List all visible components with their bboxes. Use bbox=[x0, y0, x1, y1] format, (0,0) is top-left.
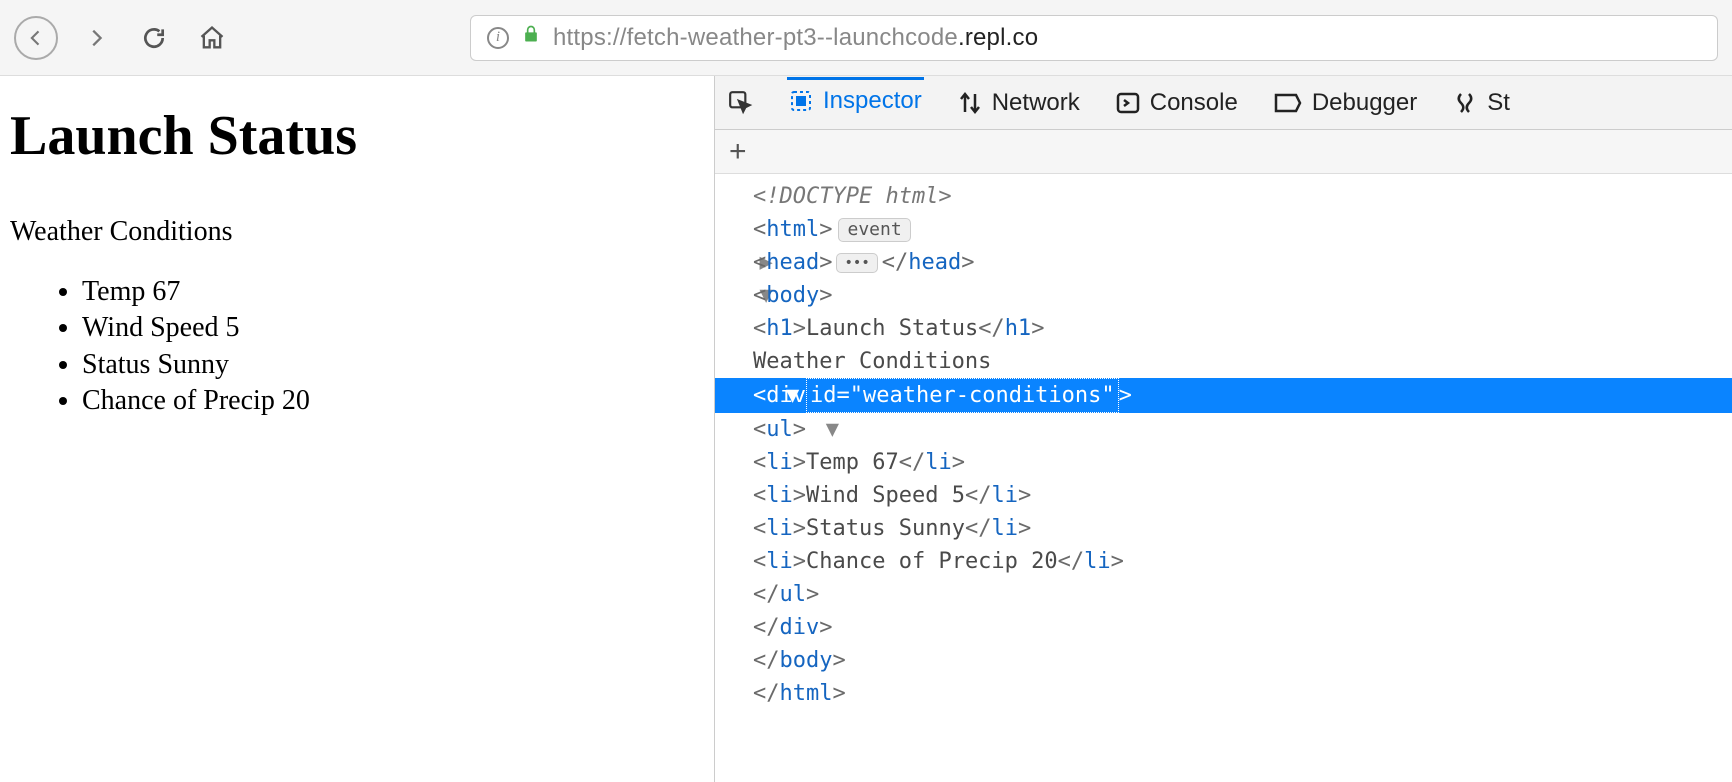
dom-text-weather[interactable]: Weather Conditions bbox=[715, 345, 1732, 378]
page-title: Launch Status bbox=[10, 104, 704, 168]
tab-label: St bbox=[1487, 89, 1510, 117]
tab-label: Inspector bbox=[823, 87, 922, 115]
list-item: Wind Speed 5 bbox=[82, 310, 704, 346]
tab-inspector[interactable]: Inspector bbox=[787, 77, 924, 125]
dom-body-open[interactable]: ▼<body> bbox=[715, 279, 1732, 312]
weather-subhead: Weather Conditions bbox=[10, 216, 704, 248]
url-text: https://fetch-weather-pt3--launchcode.re… bbox=[553, 24, 1038, 52]
element-picker-button[interactable] bbox=[727, 89, 755, 117]
url-bar[interactable]: i https://fetch-weather-pt3--launchcode.… bbox=[470, 15, 1718, 61]
tab-label: Console bbox=[1150, 89, 1238, 117]
main-area: Launch Status Weather Conditions Temp 67… bbox=[0, 76, 1732, 782]
dom-li[interactable]: <li>Wind Speed 5</li> bbox=[715, 479, 1732, 512]
tab-debugger[interactable]: Debugger bbox=[1272, 79, 1419, 127]
dom-li[interactable]: <li>Chance of Precip 20</li> bbox=[715, 545, 1732, 578]
tab-style-editor-partial[interactable]: St bbox=[1451, 79, 1512, 127]
list-item: Status Sunny bbox=[82, 347, 704, 383]
dom-ul-open[interactable]: ▼<ul> bbox=[715, 413, 1732, 446]
list-item: Temp 67 bbox=[82, 274, 704, 310]
dom-html-open[interactable]: <html>event bbox=[715, 213, 1732, 246]
dom-tree[interactable]: <!DOCTYPE html> <html>event ▶<head>•••</… bbox=[715, 174, 1732, 782]
dom-div-close[interactable]: </div> bbox=[715, 611, 1732, 644]
forward-button[interactable] bbox=[76, 18, 116, 58]
browser-toolbar: i https://fetch-weather-pt3--launchcode.… bbox=[0, 0, 1732, 76]
dom-h1[interactable]: <h1>Launch Status</h1> bbox=[715, 312, 1732, 345]
ellipsis-icon[interactable]: ••• bbox=[836, 253, 877, 273]
add-tab-button[interactable]: + bbox=[729, 137, 747, 167]
devtools-tabs: Inspector Network Console Debugger St bbox=[715, 76, 1732, 130]
page-content: Launch Status Weather Conditions Temp 67… bbox=[0, 76, 714, 782]
dom-li[interactable]: <li>Status Sunny</li> bbox=[715, 512, 1732, 545]
tab-label: Debugger bbox=[1312, 89, 1417, 117]
dom-li[interactable]: <li>Temp 67</li> bbox=[715, 446, 1732, 479]
home-button[interactable] bbox=[192, 18, 232, 58]
tab-network[interactable]: Network bbox=[956, 79, 1082, 127]
dom-html-close[interactable]: </html> bbox=[715, 677, 1732, 710]
dom-ul-close[interactable]: </ul> bbox=[715, 578, 1732, 611]
dom-doctype[interactable]: <!DOCTYPE html> bbox=[715, 180, 1732, 213]
weather-list: Temp 67 Wind Speed 5 Status Sunny Chance… bbox=[82, 274, 704, 420]
info-icon[interactable]: i bbox=[487, 27, 509, 49]
dom-head[interactable]: ▶<head>•••</head> bbox=[715, 246, 1732, 279]
tab-label: Network bbox=[992, 89, 1080, 117]
devtools-addtab-row: + bbox=[715, 130, 1732, 174]
devtools-panel: Inspector Network Console Debugger St + bbox=[714, 76, 1732, 782]
event-badge[interactable]: event bbox=[838, 218, 910, 242]
lock-icon bbox=[521, 23, 541, 52]
dom-body-close[interactable]: </body> bbox=[715, 644, 1732, 677]
dom-div-selected[interactable]: ▼<div id="weather-conditions"> bbox=[715, 378, 1732, 413]
list-item: Chance of Precip 20 bbox=[82, 383, 704, 419]
back-button[interactable] bbox=[14, 16, 58, 60]
tab-console[interactable]: Console bbox=[1114, 79, 1240, 127]
reload-button[interactable] bbox=[134, 18, 174, 58]
